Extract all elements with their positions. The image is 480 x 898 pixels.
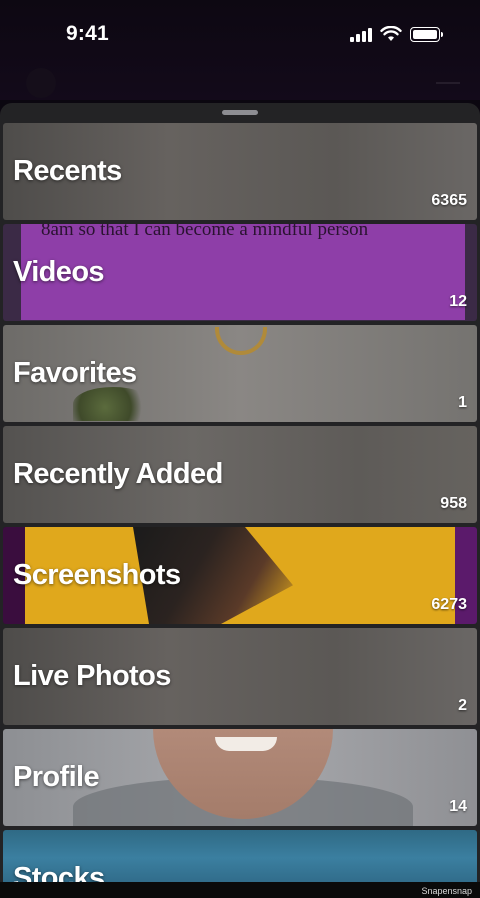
album-count: 6273 <box>431 596 467 613</box>
album-count: 1 <box>458 394 467 411</box>
album-count: 6365 <box>431 192 467 209</box>
album-sheet[interactable]: Recents 6365 8am so that I can become a … <box>0 103 480 898</box>
album-row-profile[interactable]: Profile 14 <box>3 729 477 826</box>
watermark: Snapensnap <box>421 886 472 896</box>
album-title: Favorites <box>13 357 137 389</box>
album-count: 2 <box>458 697 467 714</box>
album-title: Recently Added <box>13 458 223 490</box>
album-row-recents[interactable]: Recents 6365 <box>3 123 477 220</box>
battery-icon <box>410 26 443 42</box>
album-count: 12 <box>449 293 467 310</box>
album-title: Profile <box>13 761 100 793</box>
album-title: Videos <box>13 256 105 288</box>
album-row-live-photos[interactable]: Live Photos 2 <box>3 628 477 725</box>
album-title: Live Photos <box>13 660 171 692</box>
background-blur <box>26 68 56 98</box>
album-row-favorites[interactable]: Favorites 1 <box>3 325 477 422</box>
wifi-icon <box>380 26 402 41</box>
status-bar: 9:41 <box>0 0 480 100</box>
footer-bar: Snapensnap <box>0 882 480 898</box>
album-row-recently-added[interactable]: Recently Added 958 <box>3 426 477 523</box>
status-icons <box>350 26 443 42</box>
album-title: Recents <box>13 155 122 187</box>
sheet-grabber[interactable] <box>222 110 258 115</box>
status-time: 9:41 <box>66 22 109 45</box>
thumbnail-text: 8am so that I can become a mindful perso… <box>41 224 369 240</box>
album-count: 958 <box>440 495 467 512</box>
album-title: Screenshots <box>13 559 181 591</box>
signal-icon <box>350 26 372 42</box>
album-row-screenshots[interactable]: Screenshots 6273 <box>3 527 477 624</box>
album-row-videos[interactable]: 8am so that I can become a mindful perso… <box>3 224 477 321</box>
album-count: 14 <box>449 798 467 815</box>
